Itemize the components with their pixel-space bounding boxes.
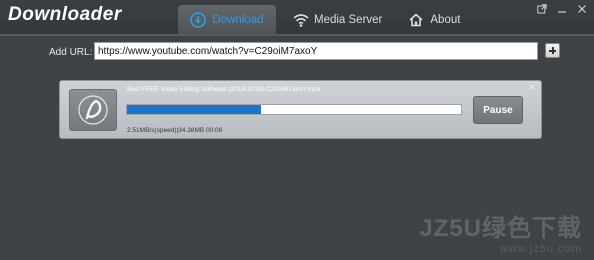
external-link-icon[interactable]	[536, 4, 548, 16]
wifi-icon	[292, 12, 309, 28]
pause-button[interactable]: Pause	[473, 96, 523, 124]
tab-about-label: About	[430, 14, 461, 26]
tab-media-server-label: Media Server	[314, 14, 383, 26]
tab-media-server[interactable]: Media Server	[282, 5, 392, 35]
tab-bar: Download Media Server About	[178, 5, 470, 35]
tab-download-label: Download	[212, 14, 264, 26]
add-url-button[interactable]	[545, 43, 560, 58]
app-logo-icon	[69, 89, 117, 131]
file-name: Best FREE Video Editing Software (2018-2…	[127, 86, 321, 93]
tab-about[interactable]: About	[398, 5, 470, 35]
watermark-url: www.jz5u.com	[499, 243, 582, 255]
close-icon[interactable]	[576, 4, 588, 16]
url-input[interactable]	[94, 42, 538, 60]
tab-download[interactable]: Download	[178, 5, 276, 35]
progress-bar	[126, 104, 462, 115]
home-icon	[408, 12, 424, 28]
minimize-icon[interactable]	[556, 4, 568, 16]
download-status: 2.51MB/s(speed)|34.38MB 00:08	[127, 127, 223, 134]
close-icon[interactable]: ✕	[528, 84, 536, 92]
progress-fill	[127, 105, 261, 114]
app-title: Downloader	[8, 4, 122, 25]
watermark: JZ5U绿色下载 www.jz5u.com	[419, 208, 582, 255]
add-url-label: Add URL:	[49, 47, 93, 58]
download-icon	[190, 12, 207, 28]
watermark-text: JZ5U绿色下载	[419, 215, 582, 242]
window-controls	[536, 4, 588, 16]
title-bar: Downloader Download Media Server About	[0, 0, 594, 35]
tab-underline	[0, 34, 594, 36]
download-item: Best FREE Video Editing Software (2018-2…	[59, 80, 542, 139]
